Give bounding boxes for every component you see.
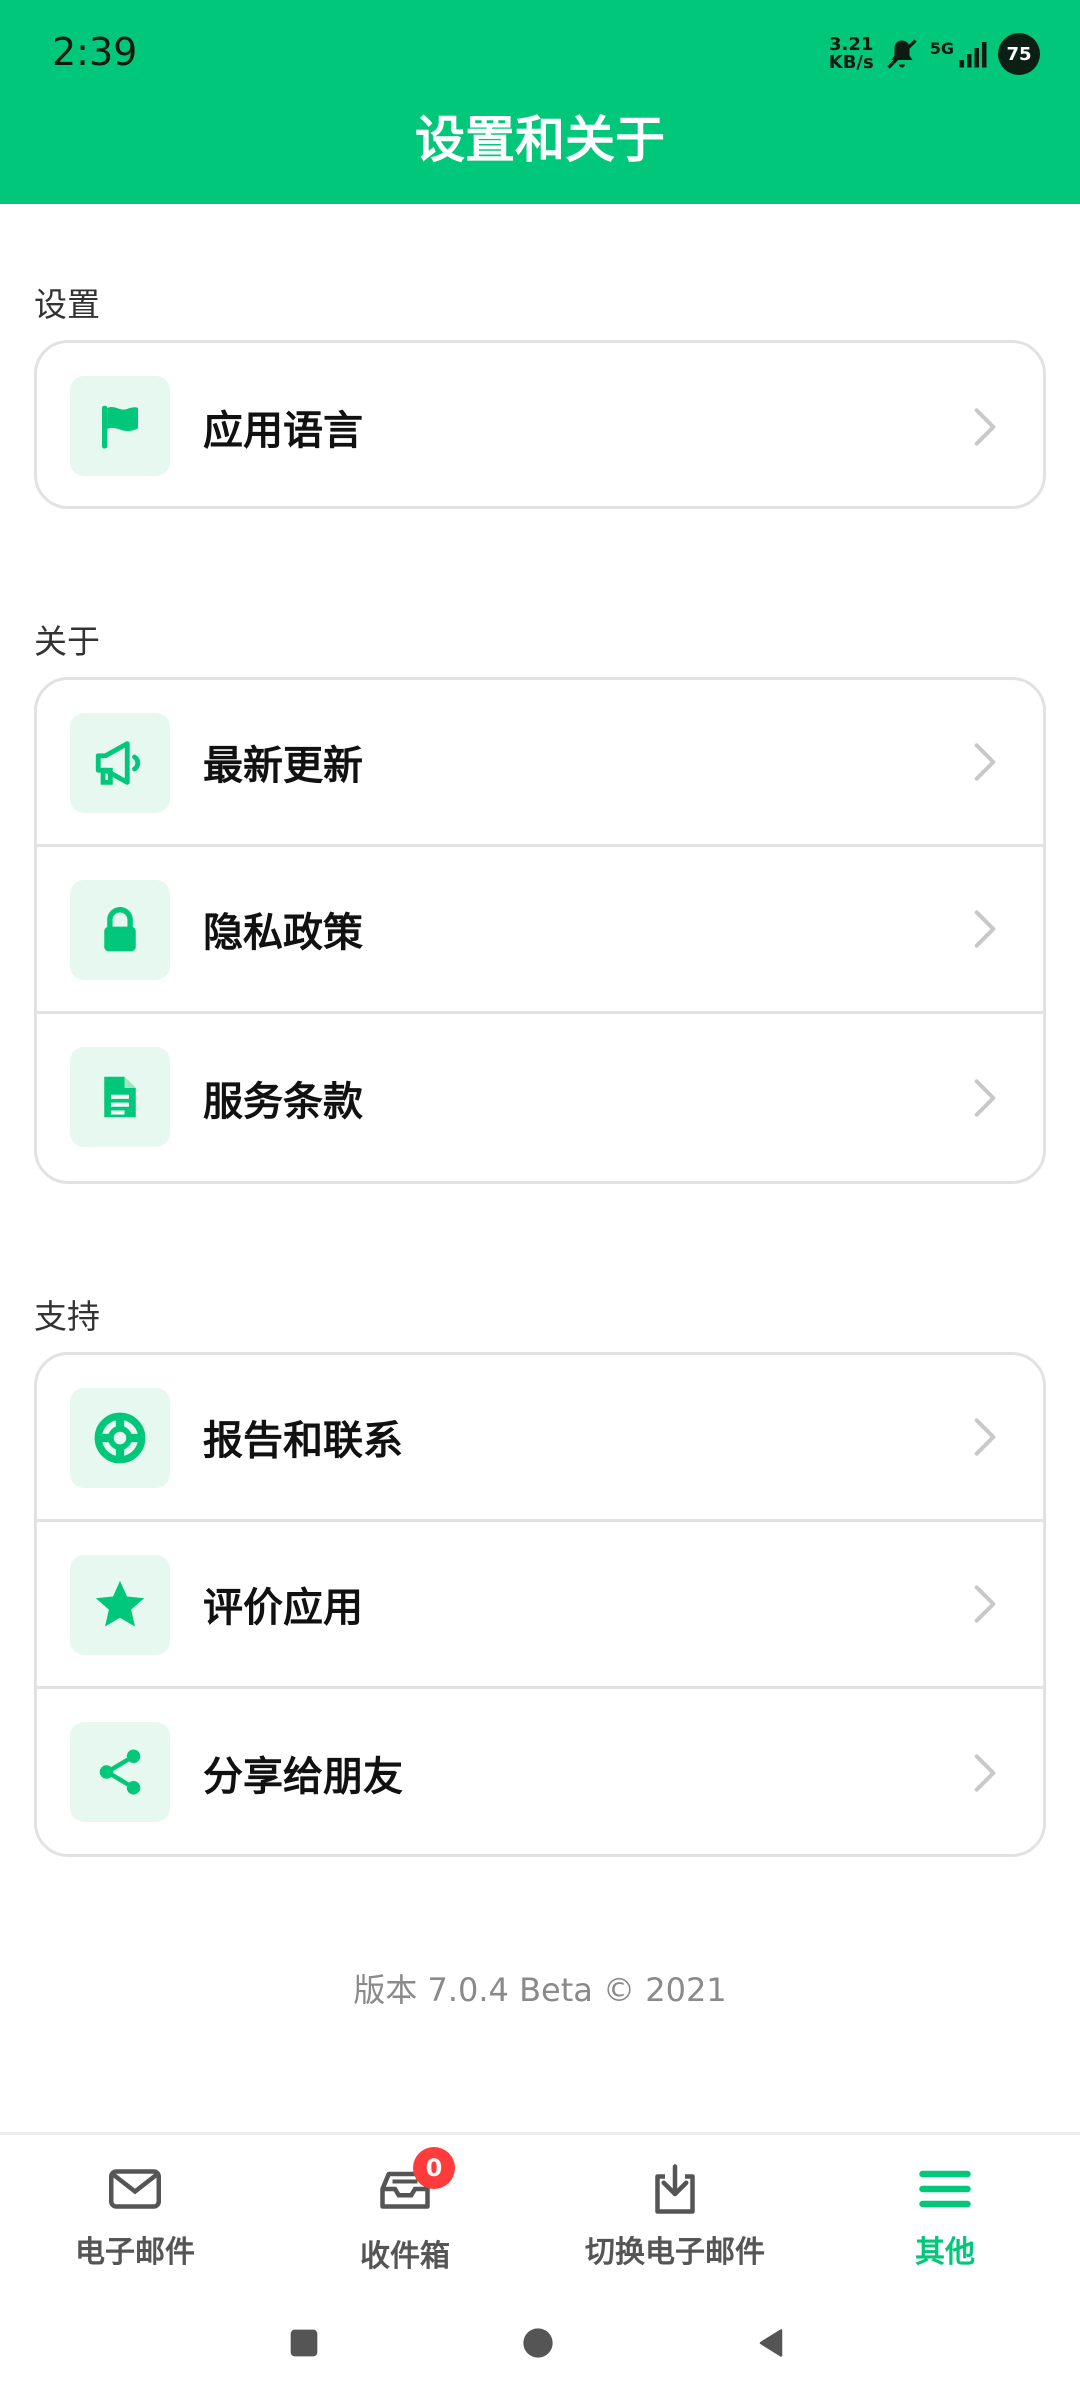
nav-item-more[interactable]: 其他 [810,2135,1080,2282]
nav-label: 其他 [915,2235,975,2270]
section-label-support: 支持 [34,1297,100,1336]
about-item-label: 服务条款 [203,1078,363,1125]
chevron-right-icon [974,910,996,948]
chevron-right-icon [974,1753,996,1792]
support-item-label: 分享给朋友 [203,1753,403,1800]
page-title: 设置和关于 [415,111,665,169]
support-item-share-friends[interactable]: 分享给朋友 [37,1689,1043,1854]
signal-bars-icon [959,42,987,68]
cellular-signal: 5G [930,39,988,69]
inbox-count-badge: 0 [413,2147,455,2189]
system-navigation-bar [0,2282,1080,2400]
about-item-latest-updates[interactable]: 最新更新 [37,680,1043,847]
about-item-label: 隐私政策 [203,910,363,956]
status-bar: 2:39 3.21 KB/s 5G 75 [0,0,1080,110]
about-item-label: 最新更新 [203,743,363,789]
section-label-settings: 设置 [34,285,100,324]
document-icon [70,1047,170,1147]
network-speed: 3.21 KB/s [829,36,874,72]
home-circle-icon[interactable] [522,2327,554,2359]
support-item-label: 报告和联系 [203,1418,403,1464]
chevron-right-icon [974,1418,996,1456]
network-speed-unit: KB/s [828,52,874,73]
support-item-label: 评价应用 [203,1585,363,1631]
chevron-right-icon [974,743,996,781]
menu-icon [919,2170,971,2208]
star-icon [70,1555,170,1655]
bell-muted-icon [887,39,917,69]
share-icon [70,1722,170,1822]
lock-icon [70,880,170,980]
mail-icon [109,2169,161,2209]
support-item-rate-app[interactable]: 评价应用 [37,1522,1043,1689]
chevron-right-icon [974,407,996,446]
nav-label: 收件箱 [360,2239,450,2274]
about-card: 最新更新 隐私政策 服务条款 [34,677,1046,1184]
status-icons: 3.21 KB/s 5G 75 [829,30,1040,78]
status-time: 2:39 [52,30,138,74]
network-type: 5G [929,39,954,58]
bottom-navigation: 电子邮件 0 收件箱 切换电子邮件 其他 [0,2132,1080,2282]
settings-card: 应用语言 [34,340,1046,509]
about-item-terms-of-service[interactable]: 服务条款 [37,1014,1043,1181]
section-label-about: 关于 [34,622,100,661]
lifebuoy-icon [70,1388,170,1488]
nav-item-inbox[interactable]: 0 收件箱 [270,2135,540,2282]
settings-item-label: 应用语言 [203,407,363,454]
nav-item-email[interactable]: 电子邮件 [0,2135,270,2282]
nav-item-switch-email[interactable]: 切换电子邮件 [540,2135,810,2282]
chevron-right-icon [974,1078,996,1117]
settings-item-app-language[interactable]: 应用语言 [37,343,1043,506]
support-card: 报告和联系 评价应用 分享给朋友 [34,1352,1046,1857]
back-triangle-icon[interactable] [756,2327,786,2359]
megaphone-icon [70,713,170,813]
version-text: 版本 7.0.4 Beta © 2021 [353,1971,727,2009]
support-item-report-contact[interactable]: 报告和联系 [37,1355,1043,1522]
recents-square-icon[interactable] [288,2327,320,2359]
chevron-right-icon [974,1585,996,1623]
nav-label: 电子邮件 [75,2235,195,2270]
battery-indicator: 75 [998,33,1040,75]
download-icon [655,2164,695,2214]
app-header: 2:39 3.21 KB/s 5G 75 设置和关于 [0,0,1080,204]
flag-icon [70,376,170,476]
nav-label: 切换电子邮件 [585,2235,765,2270]
about-item-privacy-policy[interactable]: 隐私政策 [37,847,1043,1014]
inbox-icon-wrap: 0 [375,2147,455,2223]
